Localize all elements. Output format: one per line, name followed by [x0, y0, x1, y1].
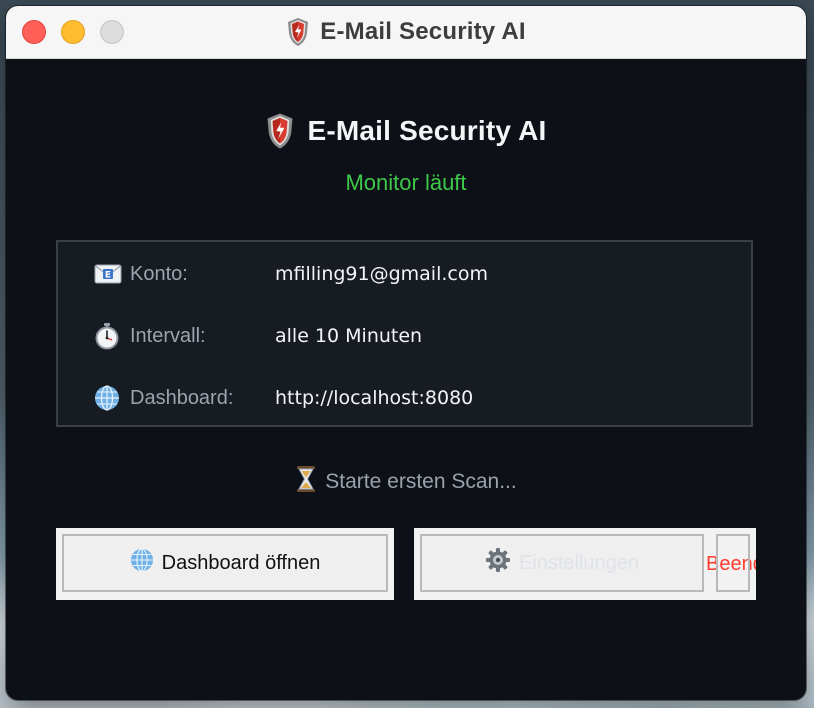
title-bar: E-Mail Security AI: [6, 6, 806, 59]
info-row-account: E Konto: mfilling91@gmail.com: [94, 259, 488, 289]
dashboard-button-container: Dashboard öffnen: [56, 528, 394, 600]
main-content: E-Mail Security AI Monitor läuft E Konto…: [6, 59, 806, 700]
info-label: Konto:: [130, 262, 188, 285]
settings-label: Einstellungen: [518, 551, 640, 574]
settings-button[interactable]: Einstellungen: [420, 534, 704, 592]
svg-text:E: E: [105, 271, 111, 281]
interval-value: alle 10 Minuten: [275, 325, 423, 347]
globe-icon: [94, 385, 124, 411]
app-title: E-Mail Security AI: [307, 115, 547, 146]
stopwatch-icon: [94, 323, 124, 350]
gear-icon: [485, 547, 511, 579]
info-row-dashboard: Dashboard: http://localhost:8080: [94, 383, 473, 413]
open-dashboard-label: Dashboard öffnen: [161, 551, 321, 574]
window-title: E-Mail Security AI: [320, 18, 526, 45]
info-label: Dashboard:: [130, 386, 234, 409]
account-info-panel: E Konto: mfilling91@gmail.com Intervall:…: [56, 240, 753, 427]
app-window: E-Mail Security AI E-Mail Security AI Mo…: [6, 6, 806, 700]
info-row-interval: Intervall: alle 10 Minuten: [94, 321, 422, 351]
monitor-status: Monitor läuft: [345, 170, 467, 195]
envelope-icon: E: [94, 262, 124, 286]
scan-status: Starte ersten Scan...: [6, 465, 806, 499]
quit-button[interactable]: [716, 534, 750, 592]
info-label: Intervall:: [130, 324, 206, 347]
open-dashboard-button[interactable]: Dashboard öffnen: [62, 534, 388, 592]
account-email-value: mfilling91@gmail.com: [275, 263, 488, 285]
action-buttons-container: Einstellungen Beend: [414, 528, 756, 600]
globe-icon: [130, 548, 154, 578]
shield-icon: [286, 17, 310, 47]
hourglass-icon: [295, 465, 317, 499]
app-header: E-Mail Security AI: [6, 109, 806, 153]
shield-icon: [265, 112, 295, 150]
dashboard-url-value[interactable]: http://localhost:8080: [275, 387, 473, 409]
scan-status-text: Starte ersten Scan...: [325, 470, 517, 493]
